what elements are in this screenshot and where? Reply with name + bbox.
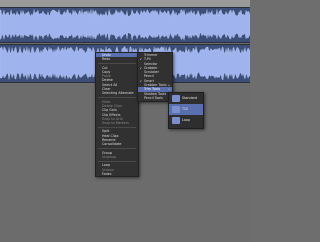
tool-label: Loop <box>182 118 190 122</box>
menu-separator <box>98 148 136 150</box>
tool-tce[interactable]: TCE <box>169 104 203 115</box>
tool-label: Standard <box>182 96 197 100</box>
tce-tool-icon <box>172 106 180 113</box>
tool-variant-panel: Standard TCE Loop <box>168 92 204 129</box>
menu-separator <box>98 160 136 162</box>
tool-loop[interactable]: Loop <box>169 115 203 126</box>
submenu-item-label: Pencil Tools <box>144 95 163 100</box>
loop-tool-icon <box>172 117 180 124</box>
menu-separator <box>98 63 136 65</box>
submenu-item[interactable]: Pencil Tools▸ <box>138 96 172 100</box>
menu-item[interactable]: Snap to Markers <box>96 121 138 125</box>
menu-item[interactable]: Fades <box>96 172 138 176</box>
context-menu: Undo Redo Cut Copy Paste Delete Select All Clea… <box>95 52 139 177</box>
tool-label: TCE <box>182 107 189 111</box>
menu-item[interactable]: Consolidate <box>96 142 138 146</box>
tool-standard[interactable]: Standard <box>169 93 203 104</box>
menu-item[interactable]: Redo <box>96 57 138 61</box>
waveform-track-1 <box>0 8 250 41</box>
standard-tool-icon <box>172 95 180 102</box>
menu-separator <box>98 97 136 99</box>
menu-item[interactable]: Selecting Alternate <box>96 91 138 95</box>
top-toolbar-strip <box>0 0 250 7</box>
audio-track-1[interactable] <box>0 7 250 43</box>
menu-separator <box>98 126 136 128</box>
menu-item[interactable]: Ungroup <box>96 155 138 159</box>
